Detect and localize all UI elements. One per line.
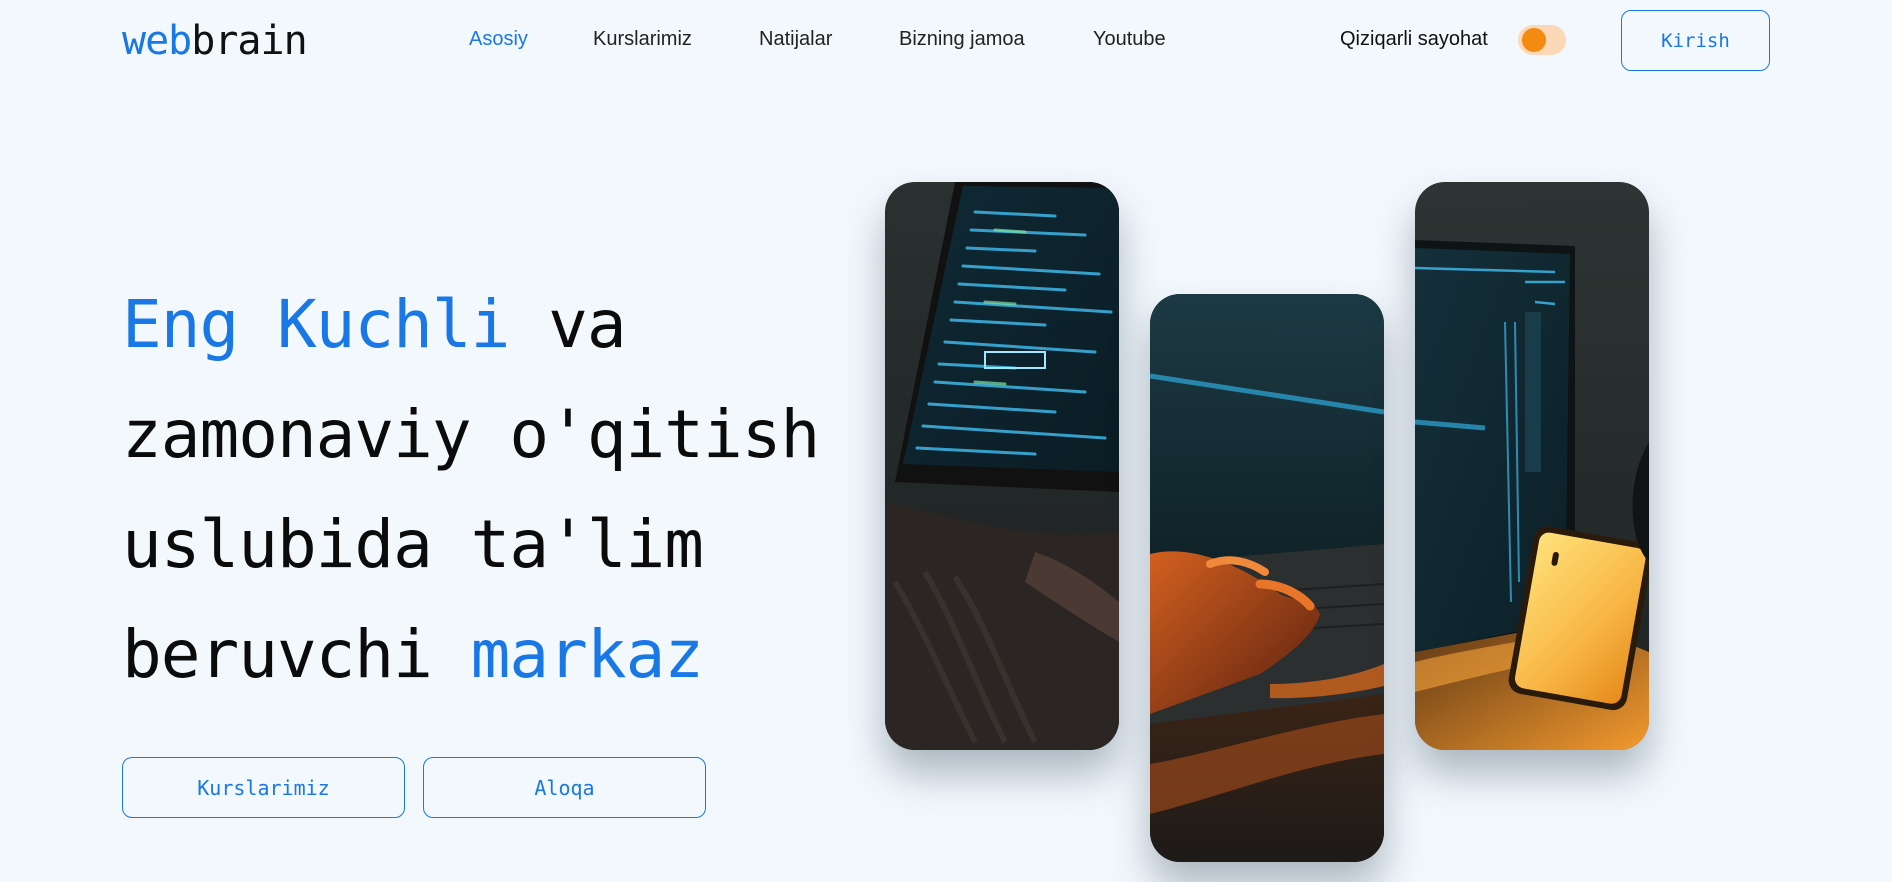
nav-item-bizning-jamoa[interactable]: Bizning jamoa	[899, 28, 1025, 51]
laptop-phone-photo	[1415, 182, 1649, 750]
courses-button[interactable]: Kurslarimiz	[122, 757, 405, 818]
theme-toggle-label: Qiziqarli sayohat	[1340, 28, 1488, 50]
hero-title-part-1: va	[509, 286, 626, 363]
hero-title-part-4: beruvchi	[122, 616, 471, 693]
contact-button[interactable]: Aloqa	[423, 757, 706, 818]
nav-item-natijalar[interactable]: Natijalar	[759, 28, 832, 51]
hero-title: Eng Kuchli va zamonaviy o'qitish uslubid…	[122, 270, 842, 710]
nav-item-asosiy[interactable]: Asosiy	[469, 28, 528, 51]
nav-item-kurslarimiz[interactable]: Kurslarimiz	[593, 28, 692, 51]
logo-rest-text: brain	[191, 18, 307, 64]
hero-title-accent-2: markaz	[470, 616, 704, 693]
hero-title-line-3: uslubida ta'lim	[122, 506, 704, 583]
typing-hands-photo	[1150, 294, 1384, 862]
logo-accent-text: web	[122, 18, 192, 64]
hero-title-line-2: zamonaviy o'qitish	[122, 396, 820, 473]
login-button[interactable]: Kirish	[1621, 10, 1770, 71]
code-laptop-photo	[885, 182, 1119, 750]
nav-item-youtube[interactable]: Youtube	[1093, 28, 1166, 51]
toggle-knob	[1522, 28, 1546, 52]
logo[interactable]: webbrain	[122, 18, 308, 64]
theme-toggle[interactable]	[1518, 25, 1566, 55]
hero-title-accent-1: Eng Kuchli	[122, 286, 510, 363]
